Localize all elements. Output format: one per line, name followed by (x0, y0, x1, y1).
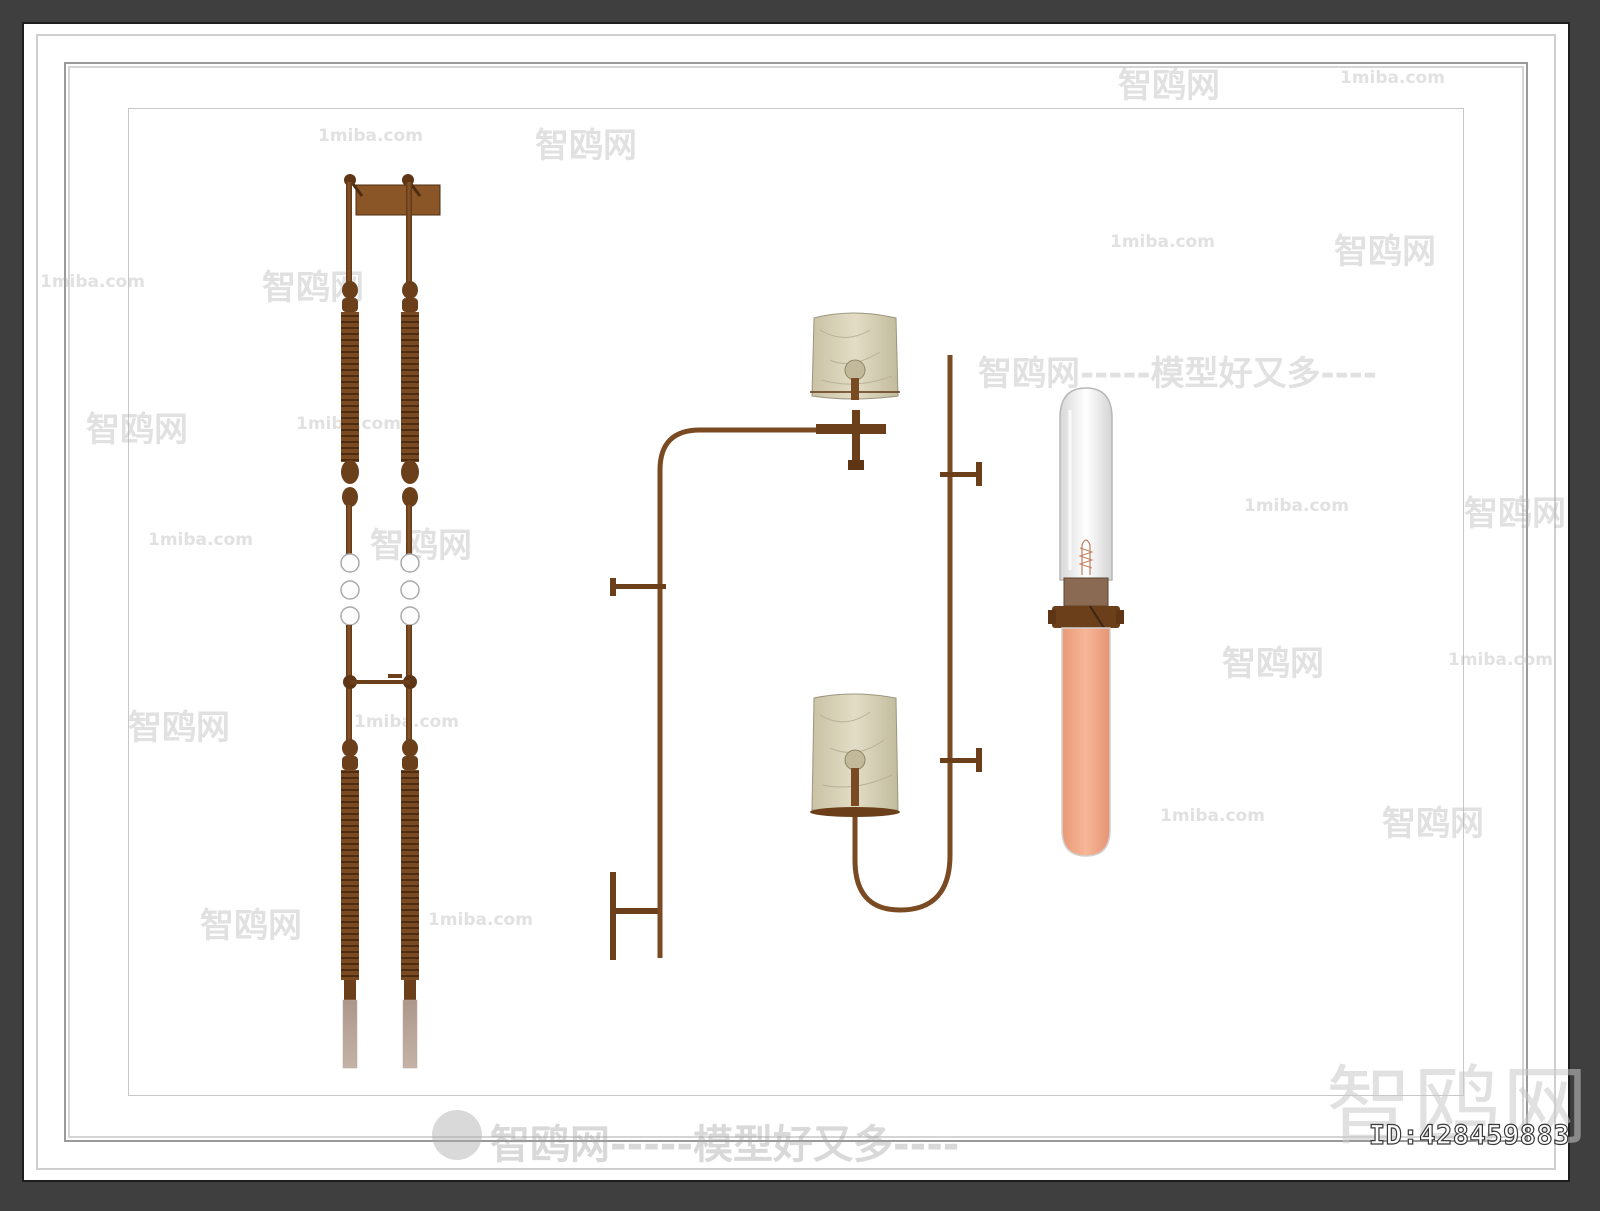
fixture-j-sconce (810, 355, 982, 913)
fixture-tube-bulb (1048, 387, 1124, 857)
render-viewport: 1miba.com 智鸥网 智鸥网 1miba.com 1miba.com 智鸥… (0, 0, 1600, 1211)
fixture-double-rod (340, 174, 441, 1069)
fixture-drawing (340, 174, 1124, 1069)
model-id-label: ID:428459883 (1368, 1119, 1570, 1151)
watermark-logo-icon (432, 1110, 482, 1160)
